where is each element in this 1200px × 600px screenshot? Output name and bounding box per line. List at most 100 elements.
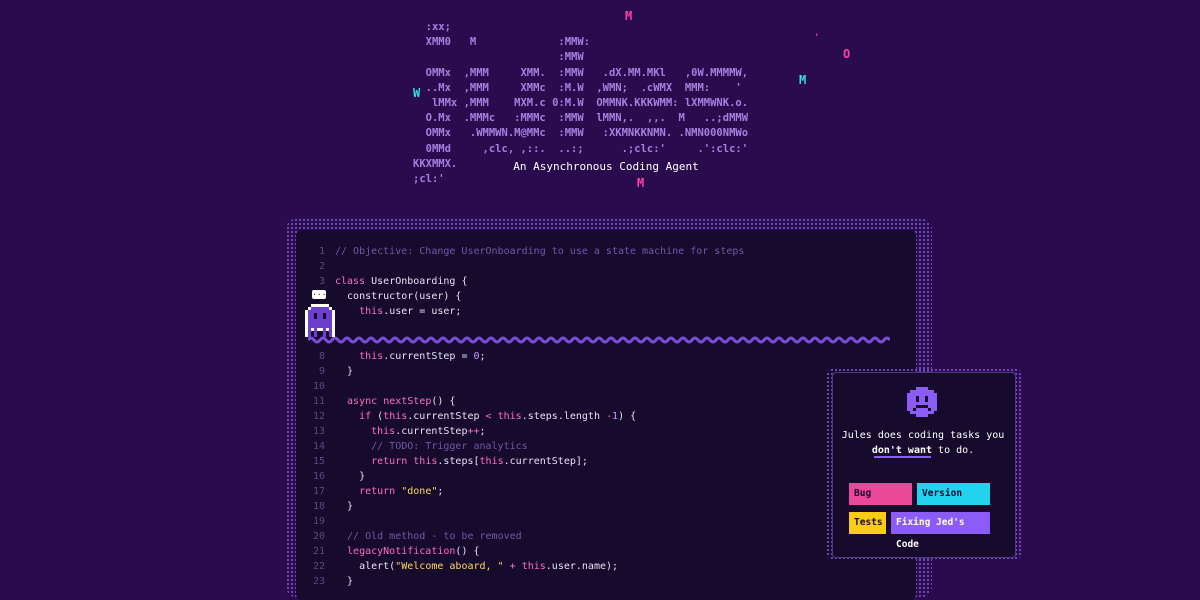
line-number: 19 — [312, 516, 325, 527]
emphasis-underline — [874, 456, 931, 458]
card-line-1: Jules does coding tasks you — [841, 430, 1005, 441]
code-line: 16 } — [296, 469, 365, 484]
code-token: this — [521, 561, 546, 572]
code-token: } — [335, 366, 354, 377]
card-emphasis: don't want — [871, 445, 933, 456]
tag-bug-fixing[interactable]: Bug Fixing — [849, 483, 912, 521]
code-token: return — [335, 456, 408, 467]
code-line: 1 // Objective: Change UserOnboarding to … — [296, 244, 744, 259]
line-number: 8 — [318, 351, 325, 362]
speech-bubble: ... — [312, 288, 327, 299]
tag-tests[interactable]: Tests — [849, 512, 886, 534]
scatter-letter-m: M — [625, 9, 633, 23]
code-token: .user = user; — [383, 306, 462, 317]
code-token: ; — [437, 486, 444, 497]
code-line: 18 } — [296, 499, 353, 514]
code-line: 11 async nextStep() { — [296, 394, 456, 409]
code-token: alert( — [335, 561, 396, 572]
line-number: 22 — [312, 561, 325, 572]
code-token: ; — [479, 426, 486, 437]
code-line: 23 } — [296, 574, 353, 589]
code-token: this — [359, 306, 384, 317]
line-number: 17 — [312, 486, 325, 497]
code-token: // Old method - to be removed — [335, 531, 522, 542]
code-token: } — [335, 471, 366, 482]
code-token: () { — [431, 396, 456, 407]
line-number: 21 — [312, 546, 325, 557]
line-number: 14 — [312, 441, 325, 452]
code-token: legacyNotification — [335, 546, 456, 557]
card-description: Jules does coding tasks you don't want t… — [832, 428, 1014, 458]
code-token: if — [335, 411, 372, 422]
code-line: 19 — [296, 514, 335, 529]
code-editor: 1 // Objective: Change UserOnboarding to … — [296, 230, 916, 600]
code-token: ( — [371, 411, 384, 422]
code-line: 9 } — [296, 364, 353, 379]
code-token: "Welcome aboard, " — [395, 561, 504, 572]
code-line: 14 // TODO: Trigger analytics — [296, 439, 528, 454]
code-token: // TODO: Trigger analytics — [335, 441, 528, 452]
line-number: 16 — [312, 471, 325, 482]
line-number: 13 — [312, 426, 325, 437]
code-line: 22 alert("Welcome aboard, " + this.user.… — [296, 559, 618, 574]
code-divider-wave — [308, 336, 890, 344]
scatter-letter-m-bottom: M — [637, 176, 645, 190]
line-number: 9 — [318, 366, 325, 377]
scatter-letter-o: O — [843, 47, 851, 61]
scatter-letter-m-cyan: M — [799, 73, 807, 87]
code-line: 15 return this.steps[this.currentStep]; — [296, 454, 588, 469]
line-number: 1 — [318, 246, 325, 257]
code-token: () { — [455, 546, 480, 557]
code-line: 2 — [296, 259, 335, 274]
scatter-letter-w: W — [413, 86, 421, 100]
line-number: 12 — [312, 411, 325, 422]
code-token: ; — [479, 351, 486, 362]
code-token: .currentStep — [407, 411, 486, 422]
line-number: 10 — [312, 381, 325, 392]
code-line: 20 // Old method - to be removed — [296, 529, 522, 544]
code-token: this — [371, 426, 396, 437]
code-line: 12 if (this.currentStep < this.steps.len… — [296, 409, 636, 424]
code-token: // Objective: Change UserOnboarding to u… — [335, 246, 745, 257]
line-number: 2 — [318, 261, 325, 272]
code-token: this — [413, 456, 438, 467]
code-token: async — [335, 396, 378, 407]
scatter-tick: ' — [814, 33, 820, 43]
code-token: UserOnboarding { — [365, 276, 468, 287]
code-line: 17 return "done"; — [296, 484, 443, 499]
line-number: 23 — [312, 576, 325, 587]
code-token: .currentStep — [395, 426, 468, 437]
code-token: .steps.length — [521, 411, 606, 422]
code-token: ++ — [467, 426, 480, 437]
code-token: } — [335, 501, 354, 512]
code-token: return — [335, 486, 396, 497]
card-line-2-rest: to do. — [932, 445, 975, 456]
octopus-mascot-icon — [305, 304, 335, 337]
line-number: 11 — [312, 396, 325, 407]
code-line: 21 legacyNotification() { — [296, 544, 480, 559]
line-number: 18 — [312, 501, 325, 512]
code-token: this — [497, 411, 522, 422]
code-line: 3 class UserOnboarding { — [296, 274, 468, 289]
code-token: nextStep — [383, 396, 432, 407]
tag-fixing-jeds-code[interactable]: Fixing Jed's Code — [891, 512, 990, 550]
tag-version-bump[interactable]: Version Bump — [917, 483, 990, 521]
code-line: 8 this.currentStep = 0; — [296, 349, 486, 364]
code-token: ) { — [618, 411, 637, 422]
code-token: .steps[ — [437, 456, 480, 467]
code-token: "done" — [401, 486, 438, 497]
code-token: .user.name); — [545, 561, 619, 572]
code-token: } — [335, 576, 354, 587]
code-token: this — [383, 411, 408, 422]
code-line: 13 this.currentStep++; — [296, 424, 486, 439]
code-token: this — [359, 351, 384, 362]
code-token: .currentStep = — [383, 351, 474, 362]
line-number: 15 — [312, 456, 325, 467]
code-line: 10 — [296, 379, 335, 394]
code-token: .currentStep]; — [503, 456, 588, 467]
line-number: 20 — [312, 531, 325, 542]
code-token: constructor(user) { — [335, 291, 462, 302]
